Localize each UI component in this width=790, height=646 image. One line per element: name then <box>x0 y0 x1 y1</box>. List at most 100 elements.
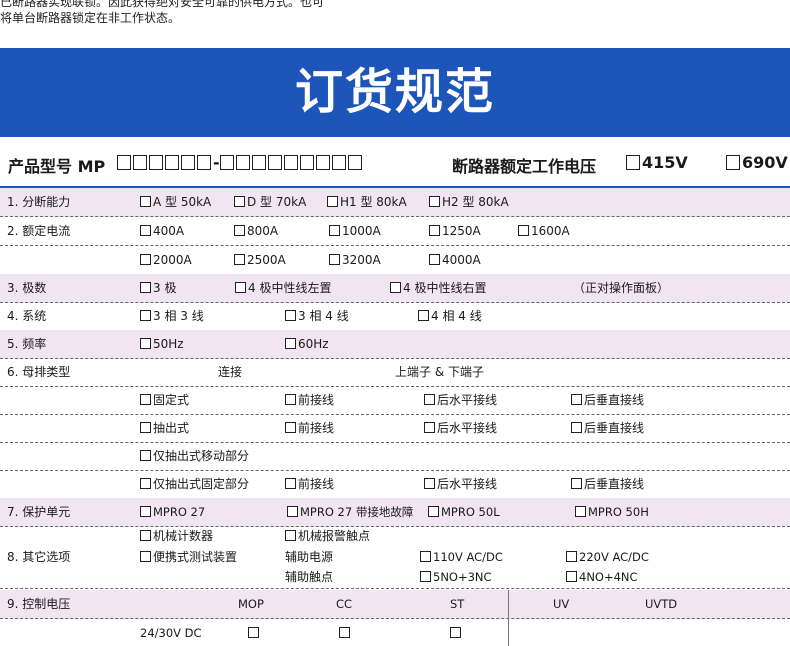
option[interactable]: 后垂直接线 <box>571 477 644 491</box>
option[interactable]: 110V AC/DC <box>420 550 503 564</box>
option[interactable]: 抽出式 <box>140 421 189 435</box>
checkbox[interactable] <box>140 196 151 207</box>
checkbox[interactable] <box>424 394 435 405</box>
option[interactable]: 前接线 <box>285 477 334 491</box>
checkbox[interactable] <box>133 155 147 170</box>
checkbox[interactable] <box>566 571 577 582</box>
option[interactable]: 3200A <box>329 253 381 267</box>
checkbox[interactable] <box>566 551 577 562</box>
checkbox[interactable] <box>429 225 440 236</box>
option[interactable]: 220V AC/DC <box>566 550 649 564</box>
option[interactable] <box>248 626 261 640</box>
checkbox[interactable] <box>429 196 440 207</box>
checkbox[interactable] <box>140 422 151 433</box>
checkbox[interactable] <box>149 155 163 170</box>
checkbox[interactable] <box>140 478 151 489</box>
option[interactable]: MPRO 50H <box>575 505 649 519</box>
checkbox[interactable] <box>315 155 330 170</box>
checkbox[interactable] <box>626 155 640 170</box>
checkbox[interactable] <box>267 155 282 170</box>
checkbox[interactable] <box>181 155 195 170</box>
option[interactable]: 机械计数器 <box>140 529 213 543</box>
checkbox[interactable] <box>234 225 245 236</box>
option[interactable]: A 型 50kA <box>140 195 211 209</box>
option[interactable]: 2000A <box>140 253 192 267</box>
checkbox[interactable] <box>418 310 429 321</box>
checkbox[interactable] <box>197 155 211 170</box>
option[interactable]: 800A <box>234 224 278 238</box>
checkbox[interactable] <box>140 282 151 293</box>
checkbox[interactable] <box>390 282 401 293</box>
option[interactable]: H2 型 80kA <box>429 195 509 209</box>
checkbox[interactable] <box>140 551 151 562</box>
option[interactable]: 后垂直接线 <box>571 421 644 435</box>
option[interactable]: D 型 70kA <box>234 195 306 209</box>
checkbox[interactable] <box>450 627 461 638</box>
checkbox[interactable] <box>285 338 296 349</box>
option[interactable]: 3 相 4 线 <box>285 309 349 323</box>
option[interactable]: 50Hz <box>140 337 184 351</box>
checkbox[interactable] <box>235 155 250 170</box>
checkbox[interactable] <box>251 155 266 170</box>
option[interactable]: 1000A <box>329 224 381 238</box>
checkbox[interactable] <box>140 338 151 349</box>
option[interactable]: 4 相 4 线 <box>418 309 482 323</box>
checkbox[interactable] <box>339 627 350 638</box>
checkbox[interactable] <box>299 155 314 170</box>
option[interactable]: 机械报警触点 <box>285 529 370 543</box>
option[interactable]: 便携式测试装置 <box>140 550 237 564</box>
checkbox[interactable] <box>285 478 296 489</box>
checkbox[interactable] <box>571 394 582 405</box>
option[interactable]: 前接线 <box>285 393 334 407</box>
checkbox[interactable] <box>287 506 298 517</box>
option[interactable]: 1600A <box>518 224 570 238</box>
option[interactable]: 60Hz <box>285 337 329 351</box>
checkbox[interactable] <box>285 530 296 541</box>
option[interactable]: MPRO 27 <box>140 505 205 519</box>
option[interactable]: 5NO+3NC <box>420 570 492 584</box>
option[interactable]: 后水平接线 <box>424 393 497 407</box>
option[interactable]: 后垂直接线 <box>571 393 644 407</box>
checkbox[interactable] <box>575 506 586 517</box>
checkbox[interactable] <box>165 155 179 170</box>
checkbox[interactable] <box>234 254 245 265</box>
checkbox[interactable] <box>571 478 582 489</box>
option[interactable]: 3 极 <box>140 281 176 295</box>
checkbox[interactable] <box>117 155 131 170</box>
option[interactable]: 3 相 3 线 <box>140 309 204 323</box>
checkbox[interactable] <box>329 254 340 265</box>
checkbox[interactable] <box>234 196 245 207</box>
checkbox[interactable] <box>347 155 362 170</box>
checkbox[interactable] <box>428 506 439 517</box>
voltage-415[interactable]: 415V <box>626 153 688 172</box>
checkbox[interactable] <box>420 551 431 562</box>
model-code-boxes-1[interactable]: - <box>117 153 364 172</box>
checkbox[interactable] <box>140 506 151 517</box>
option[interactable]: 4000A <box>429 253 481 267</box>
option[interactable]: 后水平接线 <box>424 421 497 435</box>
checkbox[interactable] <box>331 155 346 170</box>
checkbox[interactable] <box>518 225 529 236</box>
checkbox[interactable] <box>327 196 338 207</box>
checkbox[interactable] <box>329 225 340 236</box>
checkbox[interactable] <box>140 394 151 405</box>
option[interactable]: MPRO 27 带接地故障 <box>287 505 413 519</box>
checkbox[interactable] <box>571 422 582 433</box>
checkbox[interactable] <box>283 155 298 170</box>
checkbox[interactable] <box>429 254 440 265</box>
option[interactable]: 4 极中性线左置 <box>235 281 331 295</box>
checkbox[interactable] <box>248 627 259 638</box>
checkbox[interactable] <box>285 394 296 405</box>
option[interactable]: 前接线 <box>285 421 334 435</box>
option[interactable]: H1 型 80kA <box>327 195 407 209</box>
checkbox[interactable] <box>285 310 296 321</box>
checkbox[interactable] <box>140 254 151 265</box>
option[interactable]: 2500A <box>234 253 286 267</box>
checkbox[interactable] <box>140 530 151 541</box>
checkbox[interactable] <box>285 422 296 433</box>
option[interactable]: 1250A <box>429 224 481 238</box>
checkbox[interactable] <box>140 225 151 236</box>
option[interactable] <box>450 626 463 640</box>
option[interactable]: 4NO+4NC <box>566 570 638 584</box>
option[interactable]: 固定式 <box>140 393 189 407</box>
